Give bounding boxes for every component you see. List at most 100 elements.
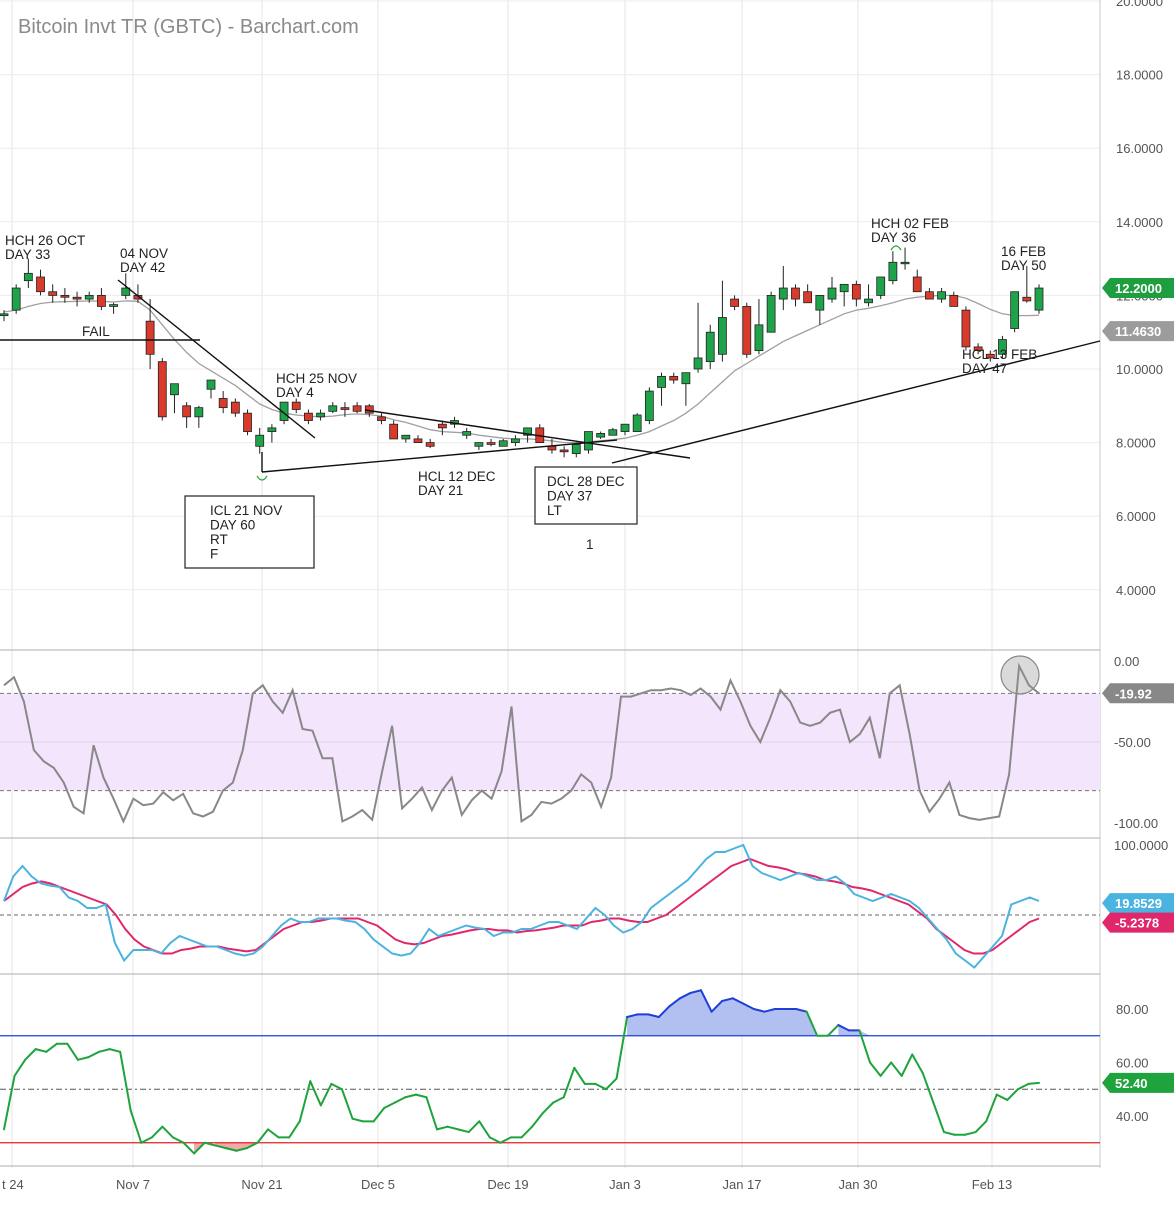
- candle-down: [60, 294, 70, 298]
- stochastic-slow-badge: -5.2378: [1115, 916, 1159, 931]
- annotation-hch-02-feb-line: DAY 36: [871, 230, 916, 245]
- candle-down: [413, 438, 423, 444]
- candle-up: [937, 291, 946, 300]
- candle-down: [547, 445, 557, 451]
- candle-up: [511, 438, 520, 444]
- candle-down: [742, 306, 752, 355]
- stochastic-tick-label: 100.0000: [1114, 838, 1168, 853]
- candle-down: [791, 287, 800, 300]
- candle-down: [243, 412, 252, 432]
- candle-down: [389, 423, 399, 440]
- candle-up: [109, 304, 118, 307]
- candle-up: [498, 440, 508, 447]
- chart-svg: HCH 26 OCTDAY 33 04 NOVDAY 42 FAIL HCH 25 N…: [0, 0, 1176, 1200]
- annotation-16-feb-line: DAY 50: [1001, 258, 1046, 273]
- annotation-04-nov-line: DAY 42: [120, 260, 165, 275]
- price-tick-label: 8.0000: [1116, 436, 1156, 451]
- annotation-dcl-28-dec-line: DAY 37: [547, 489, 592, 504]
- ma-price-badge: 11.4630: [1115, 324, 1161, 339]
- williams-tick-label: -50.00: [1114, 735, 1151, 750]
- candle-up: [474, 442, 484, 447]
- annotation-icl-21-nov-line: RT: [210, 532, 228, 547]
- annotation-hch-26-oct-line: DAY 33: [5, 247, 50, 262]
- price-tick-label: 18.0000: [1116, 68, 1163, 83]
- annotation-hch-25-nov-line: HCH 25 NOV: [276, 371, 357, 386]
- annotation-icl-21-nov-line: DAY 60: [210, 518, 255, 533]
- candle-down: [340, 407, 350, 410]
- candle-up: [170, 383, 179, 396]
- candle-up: [84, 294, 94, 300]
- annotation-hcl-13-feb-line: DAY 47: [962, 361, 1007, 376]
- candle-down: [730, 298, 739, 307]
- annotation-hch-26-oct-line: HCH 26 OCT: [5, 233, 85, 248]
- candle-up: [888, 261, 898, 282]
- candle-down: [352, 405, 362, 412]
- candle-up: [401, 434, 411, 440]
- candle-up: [584, 431, 593, 451]
- candle-up: [839, 283, 849, 293]
- rsi-tick-label: 80.00: [1116, 1002, 1149, 1017]
- x-tick-label: Nov 21: [241, 1177, 282, 1192]
- candle-down: [97, 294, 106, 307]
- x-tick-label: Jan 17: [722, 1177, 761, 1192]
- williams-tick-label: 0.00: [1114, 654, 1139, 669]
- candle-down: [182, 405, 192, 418]
- x-tick-label: Jan 3: [609, 1177, 641, 1192]
- annotation-dcl-28-dec-line: LT: [547, 503, 562, 518]
- candle-up: [23, 272, 33, 282]
- candle-up: [316, 412, 325, 418]
- candle-up: [632, 414, 642, 432]
- candle-down: [925, 291, 934, 300]
- candle-down: [72, 296, 82, 300]
- candle-down: [559, 449, 569, 453]
- candle-down: [949, 294, 959, 307]
- candle-down: [48, 291, 58, 296]
- chart-title: Bitcoin Invt TR (GBTC) - Barchart.com: [18, 16, 359, 38]
- candle-up: [194, 407, 204, 418]
- candle-down: [669, 375, 679, 381]
- rsi-tick-label: 60.00: [1116, 1056, 1149, 1071]
- candle-up: [1034, 287, 1044, 311]
- candle-up: [900, 261, 910, 265]
- rsi-tick-label: 40.00: [1116, 1109, 1149, 1124]
- candle-up: [0, 313, 9, 317]
- candle-up: [657, 375, 666, 388]
- candle-up: [462, 431, 472, 436]
- annotation-one-line: 1: [586, 537, 594, 552]
- candle-down: [157, 361, 167, 418]
- candle-down: [291, 401, 301, 410]
- annotation-icl-21-nov-line: F: [210, 547, 218, 562]
- candle-down: [230, 401, 240, 414]
- candle-up: [608, 429, 618, 436]
- candle-up: [705, 331, 715, 363]
- candle-down: [218, 398, 228, 409]
- rsi-line-segment: [1027, 1081, 1040, 1085]
- last-price-badge: 12.2000: [1115, 281, 1162, 296]
- candle-up: [11, 287, 21, 311]
- price-tick-label: 4.0000: [1116, 583, 1156, 598]
- candle-down: [437, 423, 447, 429]
- candle-up: [206, 379, 216, 390]
- highlight-circle: [1000, 655, 1040, 695]
- candle-down: [304, 412, 313, 421]
- candle-down: [961, 309, 971, 348]
- candle-up: [864, 298, 873, 304]
- annotation-fail-line: FAIL: [82, 324, 110, 339]
- chart-root: HCH 26 OCT DAY 33 04 NOV DAY 42 FAIL HCH 25 N…: [0, 0, 1176, 1200]
- annotation-hcl-13-feb-line: HCL 13 FEB: [962, 347, 1037, 362]
- price-tick-label: 6.0000: [1116, 509, 1156, 524]
- candle-down: [364, 405, 374, 414]
- candle-down: [377, 416, 386, 421]
- candle-down: [1022, 296, 1032, 302]
- candle-up: [644, 390, 654, 421]
- candle-down: [36, 276, 45, 293]
- price-tick-label: 20.0000: [1116, 0, 1163, 9]
- candle-up: [778, 287, 788, 300]
- candle-up: [620, 423, 630, 432]
- williams-last-badge: -19.92: [1115, 686, 1152, 701]
- candle-down: [803, 291, 813, 304]
- candle-up: [827, 287, 837, 300]
- candle-up: [681, 372, 691, 385]
- candle-up: [876, 276, 886, 296]
- annotation-hcl-12-dec-line: HCL 12 DEC: [418, 469, 496, 484]
